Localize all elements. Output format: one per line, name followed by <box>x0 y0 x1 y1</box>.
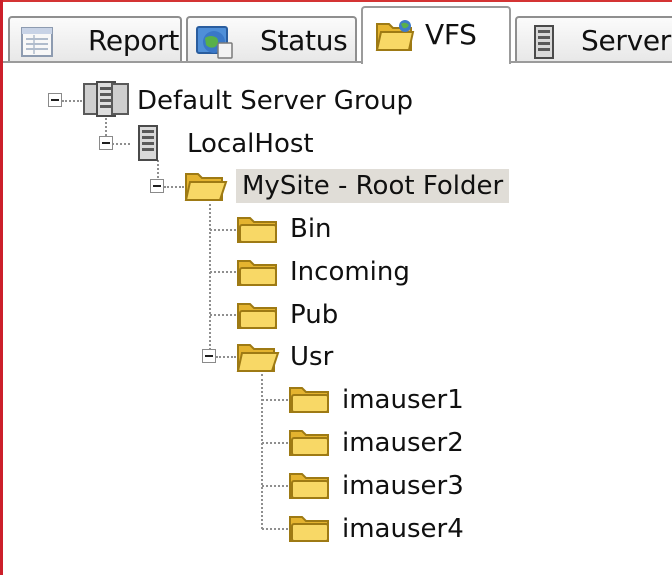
tree-node-imauser2[interactable]: imauser2 <box>342 426 464 460</box>
tree-node-imauser3[interactable]: imauser3 <box>342 469 464 503</box>
folder-icon <box>236 257 280 291</box>
report-icon <box>20 26 54 62</box>
folder-icon <box>288 384 332 418</box>
collapse-root-folder-toggle[interactable] <box>150 179 164 193</box>
tree-node-usr[interactable]: Usr <box>290 340 333 374</box>
tab-strip: Report Status VFS Server <box>3 2 672 66</box>
tree-node-pub[interactable]: Pub <box>290 298 338 332</box>
globe-icon <box>196 24 234 64</box>
folder-icon <box>236 214 280 248</box>
folder-icon <box>288 470 332 504</box>
folder-open-icon <box>236 341 280 377</box>
server-icon <box>134 124 162 166</box>
tab-report-label: Report <box>88 24 180 57</box>
tab-server-label: Server <box>581 24 672 57</box>
tab-status-label: Status <box>260 24 348 57</box>
tab-report[interactable]: Report <box>8 16 182 63</box>
tree-node-imauser1[interactable]: imauser1 <box>342 383 464 417</box>
folder-icon <box>288 513 332 547</box>
tree-node-localhost[interactable]: LocalHost <box>187 127 314 161</box>
tab-server[interactable]: Server <box>515 16 672 63</box>
collapse-usr-toggle[interactable] <box>202 349 216 363</box>
collapse-server-group-toggle[interactable] <box>48 93 62 107</box>
tree-node-server-group[interactable]: Default Server Group <box>137 84 413 118</box>
folder-icon <box>288 427 332 461</box>
tab-status[interactable]: Status <box>186 16 357 63</box>
tab-vfs-label: VFS <box>425 18 477 51</box>
tree-node-incoming[interactable]: Incoming <box>290 255 410 289</box>
collapse-localhost-toggle[interactable] <box>99 136 113 150</box>
tree-node-root-folder[interactable]: MySite - Root Folder <box>236 169 510 203</box>
tab-vfs[interactable]: VFS <box>361 6 511 64</box>
folder-open-icon <box>184 170 228 206</box>
server-group-icon <box>80 80 132 122</box>
tree-node-bin[interactable]: Bin <box>290 212 332 246</box>
folder-icon <box>236 300 280 334</box>
window-left-border <box>0 0 3 575</box>
tab-content-border <box>3 61 672 63</box>
folder-open-icon <box>375 16 415 58</box>
tree-node-imauser4[interactable]: imauser4 <box>342 512 464 546</box>
server-icon <box>529 24 559 64</box>
